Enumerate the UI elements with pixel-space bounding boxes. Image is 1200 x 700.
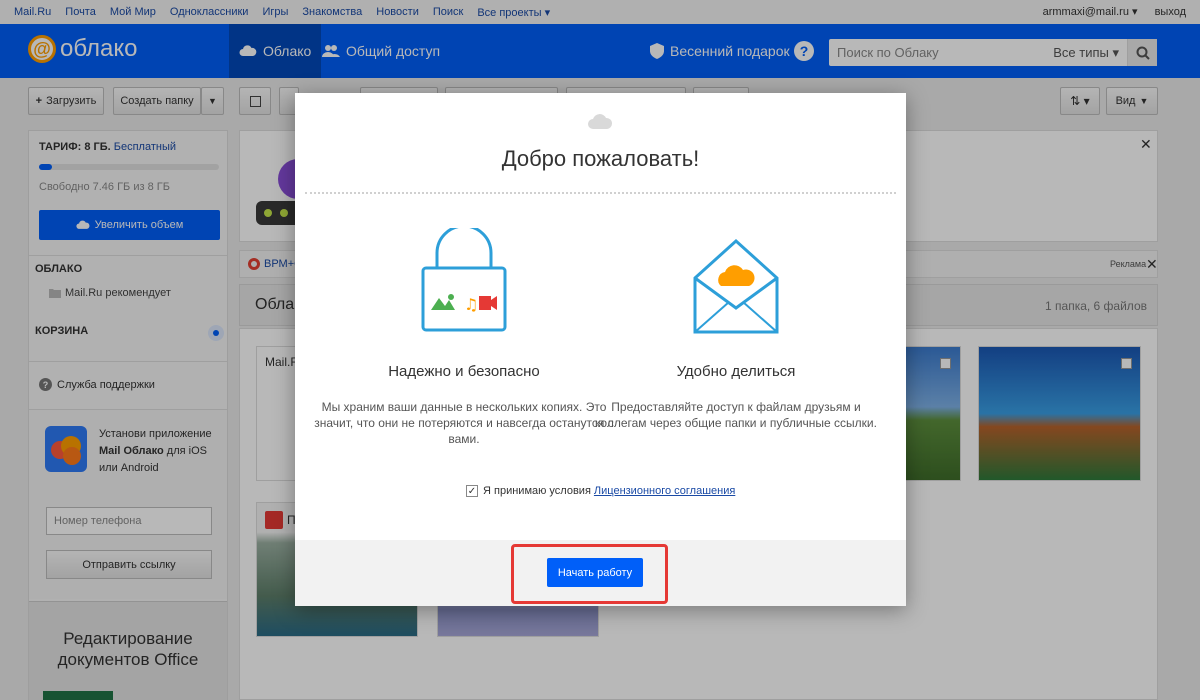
feature-share-text: Предоставляйте доступ к файлам друзьям и… [595, 400, 877, 430]
start-button[interactable]: Начать работу [547, 558, 643, 587]
lock-icon: ♫ [421, 228, 507, 332]
welcome-modal: Добро пожаловать! ♫ Надежно и безопасно … [295, 93, 906, 606]
cloud-icon [588, 114, 613, 129]
license-agreement: ✓ Я принимаю условия Лицензионного согла… [466, 485, 735, 497]
svg-text:♫: ♫ [464, 295, 478, 314]
license-link[interactable]: Лицензионного соглашения [594, 485, 735, 497]
license-checkbox[interactable]: ✓ [466, 485, 478, 497]
feature-secure-text: Мы храним ваши данные в нескольких копия… [314, 400, 614, 446]
dotted-divider [305, 192, 896, 194]
envelope-icon [693, 238, 779, 334]
modal-title: Добро пожаловать! [501, 146, 700, 171]
feature-share-title: Удобно делиться [676, 363, 796, 380]
agree-text: Я принимаю условия [483, 485, 591, 497]
feature-secure-title: Надежно и безопасно [388, 363, 540, 380]
